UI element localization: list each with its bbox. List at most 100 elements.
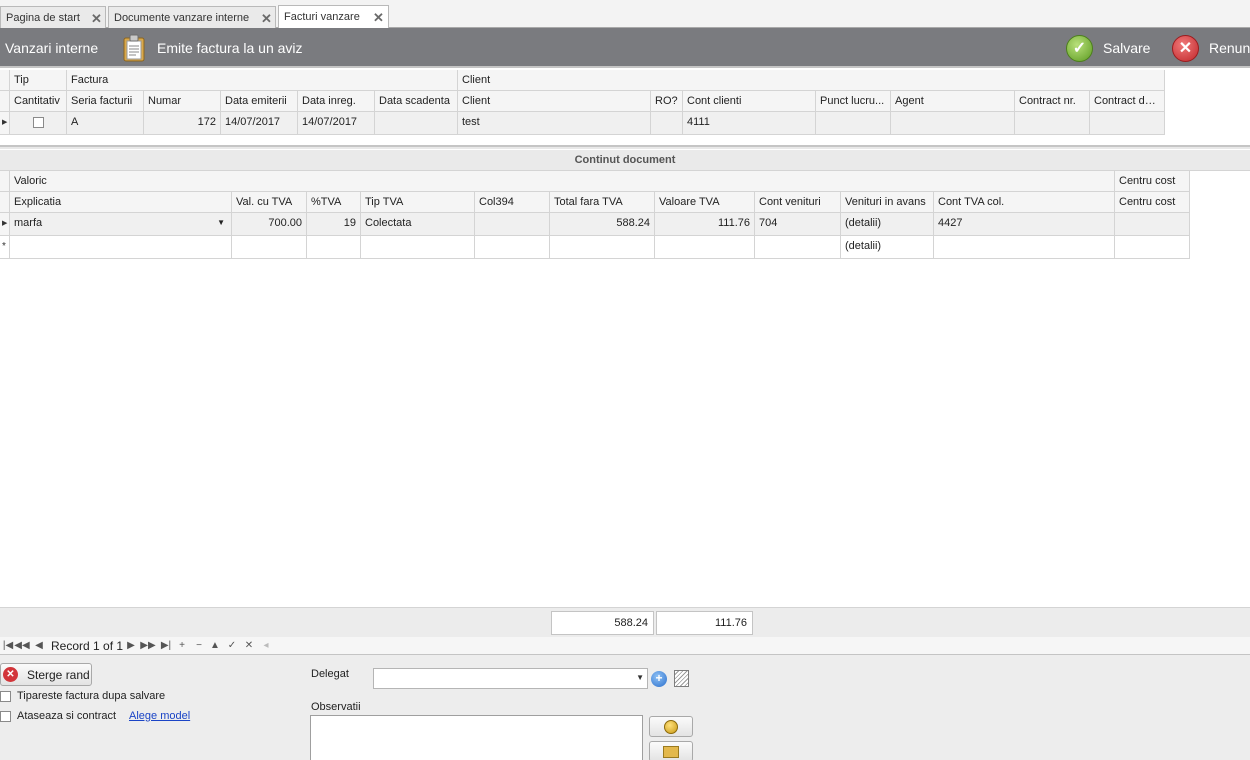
print-after-save-option[interactable]: Tipareste factura dupa salvare [0,690,165,702]
explicatia-cell[interactable]: marfa ▼ [10,213,232,236]
col-centru-cost[interactable]: Centru cost [1115,192,1190,213]
col-punct-lucru[interactable]: Punct lucru... [816,91,891,112]
contract-data-cell[interactable] [1090,112,1165,135]
numar-cell[interactable]: 172 [144,112,221,135]
tab-documente-vanzare-interne[interactable]: Documente vanzare interne ✕ [108,6,276,28]
total-fara-tva-cell[interactable]: 588.24 [550,213,655,236]
col-col394[interactable]: Col394 [475,192,550,213]
cont-venituri-cell[interactable] [755,236,841,259]
data-emiterii-cell[interactable]: 14/07/2017 [221,112,298,135]
pct-tva-cell[interactable]: 19 [307,213,361,236]
col-tip-tva[interactable]: Tip TVA [361,192,475,213]
agent-cell[interactable] [891,112,1015,135]
splitter[interactable] [0,145,1250,149]
table-row[interactable]: ▶ A 172 14/07/2017 14/07/2017 test 4111 [0,112,1165,135]
col-data-inreg[interactable]: Data inreg. [298,91,375,112]
cont-clienti-cell[interactable]: 4111 [683,112,816,135]
cancel-button[interactable]: ✕ Renunt [1172,28,1250,68]
choose-model-link[interactable]: Alege model [129,710,190,722]
close-icon[interactable]: ✕ [261,11,272,27]
col-numar[interactable]: Numar [144,91,221,112]
last-page-icon[interactable]: ▶| [158,638,174,654]
valoare-tva-cell[interactable] [655,236,755,259]
explicatia-cell[interactable] [10,236,232,259]
scroll-left-icon[interactable]: ◂ [258,638,274,654]
seria-cell[interactable]: A [67,112,144,135]
col-seria-facturii[interactable]: Seria facturii [67,91,144,112]
cantitativ-cell[interactable] [10,112,67,135]
chevron-down-icon[interactable]: ▼ [636,673,644,682]
cantitativ-checkbox[interactable] [32,117,44,128]
ro-cell[interactable] [651,112,683,135]
col-client[interactable]: Client [458,91,651,112]
delegat-combo[interactable]: ▼ [373,668,648,689]
col-contract-nr[interactable]: Contract nr. [1015,91,1090,112]
table-row[interactable]: ▶ marfa ▼ 700.00 19 Colectata 588.24 111… [0,213,1190,236]
col394-cell[interactable] [475,213,550,236]
col-val-cu-tva[interactable]: Val. cu TVA [232,192,307,213]
col-cont-clienti[interactable]: Cont clienti [683,91,816,112]
venituri-avans-link[interactable]: (detalii) [841,236,934,259]
col-data-emiterii[interactable]: Data emiterii [221,91,298,112]
add-delegat-icon[interactable]: + [651,671,667,687]
next-record-icon[interactable]: ▶ [123,638,139,654]
total-fara-tva-cell[interactable] [550,236,655,259]
edit-record-icon[interactable]: ▲ [207,638,223,654]
venituri-avans-link[interactable]: (detalii) [841,213,934,236]
attach-contract-option[interactable]: Ataseaza si contract [0,710,116,722]
new-row[interactable]: * (detalii) [0,236,1190,259]
client-cell[interactable]: test [458,112,651,135]
add-record-icon[interactable]: + [174,638,190,654]
edit-delegat-icon[interactable] [674,670,689,687]
cont-tva-col-cell[interactable]: 4427 [934,213,1115,236]
cont-venituri-cell[interactable]: 704 [755,213,841,236]
col-explicatia[interactable]: Explicatia [10,192,232,213]
col-cont-tva-col[interactable]: Cont TVA col. [934,192,1115,213]
col-total-fara-tva[interactable]: Total fara TVA [550,192,655,213]
tab-pagina-de-start[interactable]: Pagina de start ✕ [0,6,106,28]
pct-tva-cell[interactable] [307,236,361,259]
cancel-edit-icon[interactable]: ✕ [241,638,257,654]
data-scadenta-cell[interactable] [375,112,458,135]
tip-tva-cell[interactable] [361,236,475,259]
tip-tva-cell[interactable]: Colectata [361,213,475,236]
val-cu-tva-cell[interactable]: 700.00 [232,213,307,236]
load-folder-button[interactable] [649,741,693,760]
valoare-tva-cell[interactable]: 111.76 [655,213,755,236]
emit-invoice-button[interactable]: Emite factura la un aviz [123,28,303,68]
col-contract-data[interactable]: Contract data [1090,91,1165,112]
delete-record-icon[interactable]: − [191,638,207,654]
record-status: Record 1 of 1 [51,639,124,653]
attach-contract-checkbox[interactable] [0,710,11,722]
col-agent[interactable]: Agent [891,91,1015,112]
col-ro[interactable]: RO? [651,91,683,112]
col-cantitativ[interactable]: Cantitativ [10,91,67,112]
centru-cost-cell[interactable] [1115,213,1190,236]
punct-lucru-cell[interactable] [816,112,891,135]
currency-button[interactable] [649,716,693,737]
col394-cell[interactable] [475,236,550,259]
col-pct-tva[interactable]: %TVA [307,192,361,213]
delete-row-button[interactable]: ✕ Sterge rand [0,663,92,686]
cont-tva-col-cell[interactable] [934,236,1115,259]
contract-nr-cell[interactable] [1015,112,1090,135]
print-after-save-checkbox[interactable] [0,690,11,702]
col-venituri-in-avans[interactable]: Venituri in avans [841,192,934,213]
col-valoare-tva[interactable]: Valoare TVA [655,192,755,213]
centru-cost-cell[interactable] [1115,236,1190,259]
prev-record-icon[interactable]: ◀ [31,638,47,654]
attach-contract-label: Ataseaza si contract [17,710,117,722]
prev-page-icon[interactable]: ◀◀ [14,638,30,654]
chevron-down-icon[interactable]: ▼ [217,218,225,227]
confirm-icon[interactable]: ✓ [224,638,240,654]
tab-facturi-vanzare[interactable]: Facturi vanzare ✕ [278,5,389,29]
data-inreg-cell[interactable]: 14/07/2017 [298,112,375,135]
close-icon[interactable]: ✕ [373,10,384,26]
observatii-textarea[interactable] [310,715,643,760]
col-data-scadenta[interactable]: Data scadenta [375,91,458,112]
save-button[interactable]: ✓ Salvare [1066,28,1150,68]
next-page-icon[interactable]: ▶▶ [140,638,156,654]
close-icon[interactable]: ✕ [91,11,102,27]
val-cu-tva-cell[interactable] [232,236,307,259]
col-cont-venituri[interactable]: Cont venituri [755,192,841,213]
